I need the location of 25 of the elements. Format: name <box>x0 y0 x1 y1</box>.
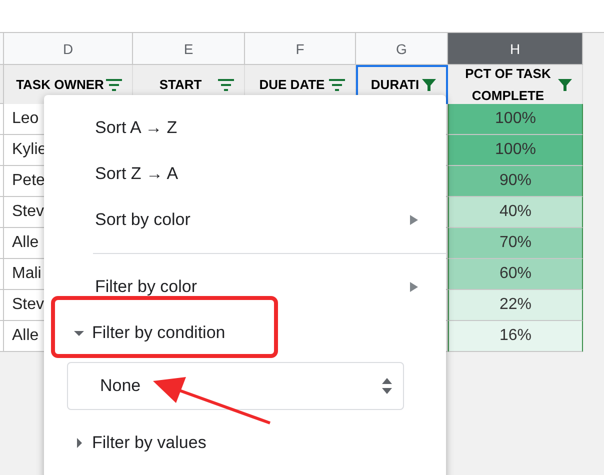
submenu-arrow-icon <box>410 282 418 292</box>
submenu-arrow-icon <box>410 215 418 225</box>
filter-icon[interactable] <box>558 78 572 92</box>
menu-section[interactable]: Filter by values <box>44 420 446 466</box>
table-cell: 100% <box>448 135 583 166</box>
table-cell: 16% <box>448 321 583 352</box>
filter-icon[interactable] <box>422 78 436 92</box>
column-header[interactable]: G <box>356 33 448 65</box>
column-header[interactable]: F <box>245 33 356 65</box>
column-header[interactable]: H <box>448 33 583 65</box>
filter-icon[interactable] <box>329 78 345 90</box>
caret-right-icon <box>74 438 84 448</box>
filter-icon[interactable] <box>106 78 122 90</box>
filter-icon[interactable] <box>218 78 234 90</box>
table-cell: 22% <box>448 290 583 321</box>
table-cell: 70% <box>448 228 583 259</box>
table-cell: 90% <box>448 166 583 197</box>
stepper-icon <box>381 377 393 395</box>
table-cell: 100% <box>448 104 583 135</box>
table-cell: 60% <box>448 259 583 290</box>
column-header[interactable]: E <box>133 33 245 65</box>
condition-select[interactable]: None <box>67 362 404 410</box>
table-cell: 40% <box>448 197 583 228</box>
caret-down-icon <box>74 328 84 338</box>
column-header[interactable]: D <box>4 33 133 65</box>
